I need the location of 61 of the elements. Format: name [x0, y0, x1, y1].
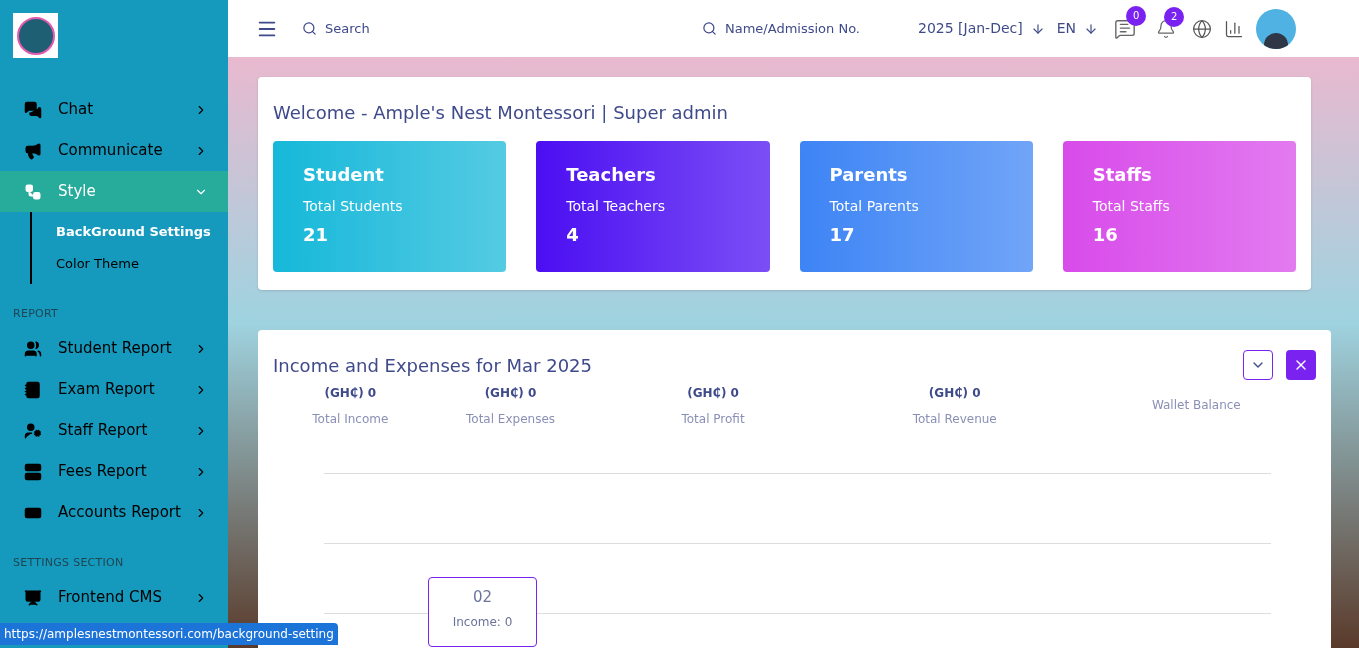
- school-logo: [13, 13, 58, 58]
- tooltip-title: 02: [472, 587, 493, 608]
- close-button[interactable]: [1286, 350, 1316, 380]
- stat-card-title: Teachers: [566, 163, 656, 187]
- bar-chart-icon[interactable]: [1224, 18, 1245, 39]
- stat-label: Total Expenses: [466, 411, 555, 428]
- stat-card-label: Total Staffs: [1092, 197, 1171, 216]
- sidebar-item[interactable]: Communicate: [0, 130, 228, 171]
- section-heading: REPORT: [12, 305, 60, 322]
- megaphone-icon: [24, 141, 42, 160]
- tooltip-text: Income: 0: [452, 613, 513, 631]
- stat-card-value: 17: [829, 223, 855, 247]
- bell-icon[interactable]: [1156, 18, 1177, 39]
- stat-card-title: Parents: [829, 163, 908, 187]
- stat-label: Total Income: [312, 411, 389, 428]
- stat-value: (GH₵) 0: [687, 385, 739, 402]
- stat-card-title: Student: [303, 163, 384, 187]
- message-icon[interactable]: [1114, 17, 1137, 40]
- stat-value: (GH₵) 0: [324, 385, 377, 402]
- sidebar-item[interactable]: Fees Report: [0, 451, 228, 492]
- stat-label: Total Revenue: [912, 411, 997, 428]
- notification-count-badge: 2: [1164, 6, 1185, 27]
- search-field[interactable]: Search: [325, 18, 525, 39]
- message-count-badge: 0: [1126, 5, 1147, 26]
- language-dropdown[interactable]: EN: [1056, 18, 1099, 39]
- stat-value: (GH₵) 0: [928, 385, 981, 402]
- stat-card-label: Total Parents: [829, 197, 920, 216]
- welcome-title: Welcome - Ample's Nest Montessori | Super admin: [273, 101, 729, 125]
- section-heading: SETTINGS SECTION: [12, 554, 125, 571]
- session-dropdown[interactable]: 2025 [Jan-Dec]: [918, 18, 1045, 39]
- user-gear-icon: [24, 421, 42, 440]
- notebook-icon: [24, 380, 42, 399]
- income-title: Income and Expenses for Mar 2025: [273, 353, 592, 378]
- sidebar-item[interactable]: Staff Report: [0, 410, 228, 451]
- sidebar-item[interactable]: Accounts Report: [0, 492, 228, 533]
- sidebar-item[interactable]: Chat: [0, 89, 228, 130]
- stat-card-label: Total Students: [303, 197, 404, 216]
- presentation-icon: [24, 588, 42, 607]
- stat-card-value: 4: [566, 223, 579, 247]
- sidebar-item[interactable]: Exam Report: [0, 369, 228, 410]
- chat-bubbles-icon: [24, 100, 42, 119]
- stat-card-value: 16: [1092, 223, 1118, 247]
- globe-icon[interactable]: [1192, 18, 1213, 39]
- submenu-item[interactable]: BackGround Settings: [32, 216, 228, 248]
- stat-label: Total Profit: [681, 411, 745, 428]
- server-icon: [24, 462, 42, 481]
- status-url: https://amplesnestmontessori.com/background-setting: [0, 623, 338, 645]
- admission-search-field[interactable]: Name/Admission No.: [725, 18, 900, 39]
- search-icon: [302, 21, 317, 36]
- stat-card-label: Total Teachers: [566, 197, 666, 216]
- stat-label: Wallet Balance: [1151, 397, 1241, 414]
- users-icon: [24, 339, 42, 358]
- sidebar-item[interactable]: Frontend CMS: [0, 577, 228, 618]
- sidebar-item[interactable]: Student Report: [0, 328, 228, 369]
- search-icon: [702, 21, 717, 36]
- submenu-item[interactable]: Color Theme: [32, 248, 228, 280]
- stat-card-title: Staffs: [1092, 163, 1152, 187]
- avatar[interactable]: [1256, 8, 1297, 49]
- collapse-button[interactable]: [1243, 350, 1273, 380]
- stat-value: (GH₵) 0: [484, 385, 537, 402]
- stat-card-value: 21: [303, 223, 329, 247]
